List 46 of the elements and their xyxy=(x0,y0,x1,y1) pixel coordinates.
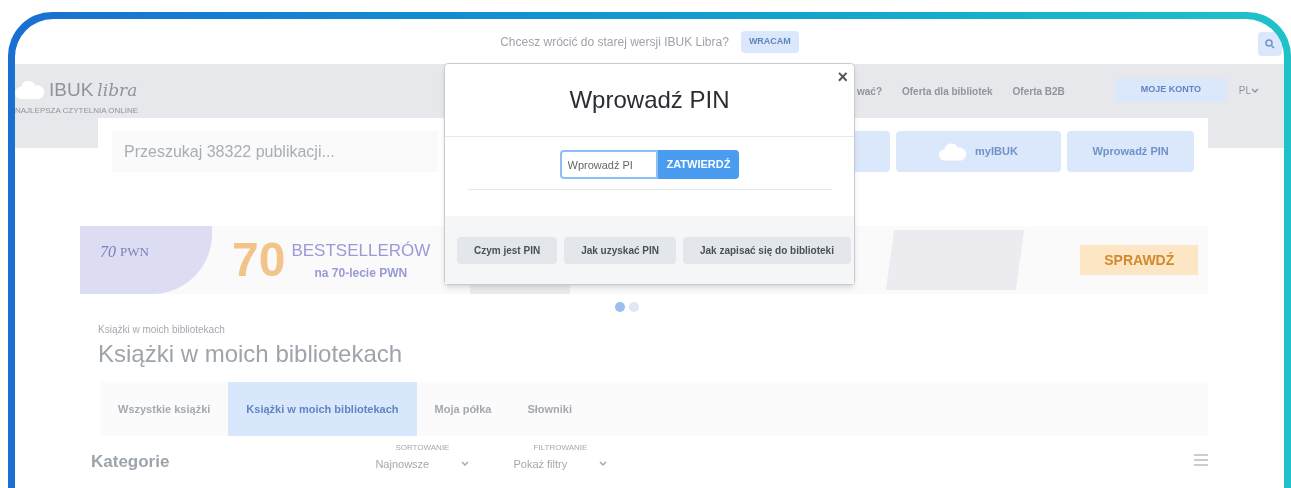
tab[interactable]: Słowniki xyxy=(509,382,591,436)
logo-text: IBUK xyxy=(49,78,94,102)
help-button[interactable]: Czym jest PIN xyxy=(457,237,558,264)
myibuk-tile[interactable]: myIBUK xyxy=(895,131,1062,172)
tab[interactable]: Wszystkie książki xyxy=(100,382,229,436)
logo-script: libra xyxy=(97,78,138,102)
tab[interactable]: Moja półka xyxy=(416,382,510,436)
select-label: SORTOWANIE xyxy=(395,442,450,454)
notice-text: Chcesz wrócić do starej wersji IBUK Libra? xyxy=(500,33,729,51)
chevron-icon xyxy=(1251,87,1260,94)
account-button[interactable]: MOJE KONTO xyxy=(1114,78,1227,102)
list-view-icon[interactable] xyxy=(1194,454,1208,466)
dialog-title: Wprowadź PIN xyxy=(569,85,730,115)
categories-title: Kategorie xyxy=(91,450,170,473)
banner-logo-brand: PWN xyxy=(120,243,149,261)
help-button[interactable]: Jak zapisać się do biblioteki xyxy=(682,237,851,264)
search-field[interactable]: Przeszukaj 38322 publikacji... xyxy=(112,131,438,172)
return-button[interactable]: WRACAM xyxy=(740,30,799,53)
chevron-icon xyxy=(599,461,608,467)
pin-tile[interactable]: Wprowadź PIN xyxy=(1067,131,1194,172)
help-button[interactable]: Jak uzyskać PIN xyxy=(564,237,676,264)
tile-label: myIBUK xyxy=(975,144,1018,160)
banner-headline: BESTSELLERÓW xyxy=(291,240,431,263)
breadcrumb: Książki w moich bibliotekach xyxy=(98,323,226,337)
tab[interactable]: Książki w moich bibliotekach xyxy=(228,382,417,436)
pin-input[interactable]: Wprowadź PI xyxy=(559,150,658,179)
chevron-icon xyxy=(461,461,470,467)
select-field[interactable]: Najnowsze xyxy=(367,454,478,474)
nav-link[interactable]: wać? xyxy=(857,84,882,99)
cloud-icon xyxy=(939,142,968,161)
check-button[interactable]: SPRAWDŹ xyxy=(1080,245,1199,275)
banner-logo-number: 70 xyxy=(100,242,116,262)
logo-tagline: NAJLEPSZA CZYTELNIA ONLINE xyxy=(15,104,140,117)
banner-subline: na 70-lecie PWN xyxy=(314,264,408,282)
submit-button[interactable]: ZATWIERDŹ xyxy=(657,150,740,179)
select-field[interactable]: Pokaż filtry xyxy=(505,454,616,474)
select-label: FILTROWANIE xyxy=(533,442,588,454)
nav-link[interactable]: Oferta B2B xyxy=(1012,84,1065,99)
close-button[interactable]: × xyxy=(837,68,848,86)
banner-number: 70 xyxy=(232,232,286,288)
page-heading: Książki w moich bibliotekach xyxy=(98,339,404,369)
search-icon xyxy=(1265,39,1275,49)
cloud-logo-icon xyxy=(15,80,45,101)
nav-link[interactable]: Oferta dla bibliotek xyxy=(902,84,993,99)
language-select[interactable]: PL xyxy=(1238,83,1260,98)
search-button[interactable] xyxy=(1258,32,1282,56)
